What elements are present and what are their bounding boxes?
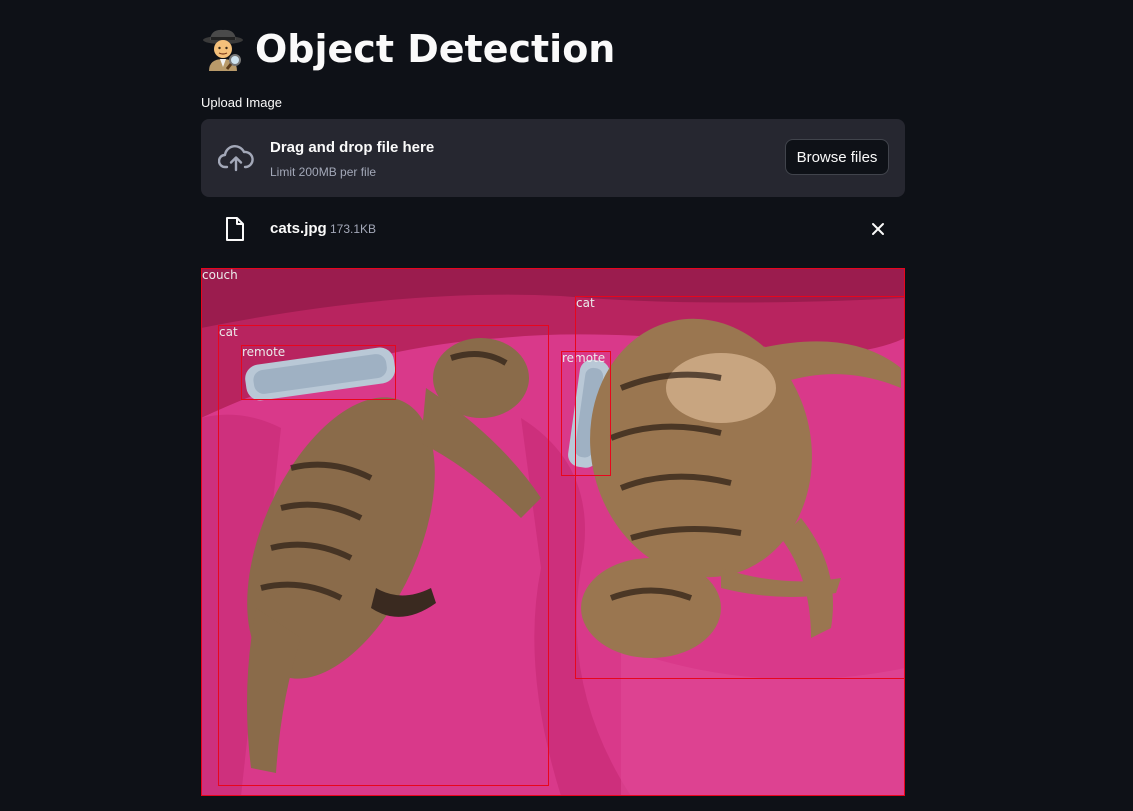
file-size: 173.1KB xyxy=(330,222,377,236)
detection-label: cat xyxy=(576,296,595,310)
upload-label: Upload Image xyxy=(201,95,282,110)
cloud-upload-icon xyxy=(218,145,254,172)
dropzone-limit: Limit 200MB per file xyxy=(270,165,377,179)
detection-label: cat xyxy=(219,325,238,339)
detective-icon xyxy=(203,29,243,71)
detection-box-cat: cat xyxy=(575,296,905,679)
file-dropzone[interactable]: Drag and drop file here Limit 200MB per … xyxy=(201,119,905,197)
uploaded-file-row: cats.jpg 173.1KB xyxy=(201,212,905,246)
page-title: Object Detection xyxy=(201,22,615,76)
file-name: cats.jpg xyxy=(270,220,327,237)
file-icon xyxy=(226,217,244,241)
browse-files-button[interactable]: Browse files xyxy=(785,139,889,175)
detection-label: couch xyxy=(202,268,238,282)
remove-file-icon[interactable] xyxy=(869,220,887,238)
page-title-text: Object Detection xyxy=(255,27,616,71)
dropzone-instructions: Drag and drop file here xyxy=(270,139,435,156)
detection-box-remote: remote xyxy=(241,345,396,400)
detection-result-image: couch cat remote remote cat xyxy=(201,268,905,796)
detection-label: remote xyxy=(242,345,286,359)
